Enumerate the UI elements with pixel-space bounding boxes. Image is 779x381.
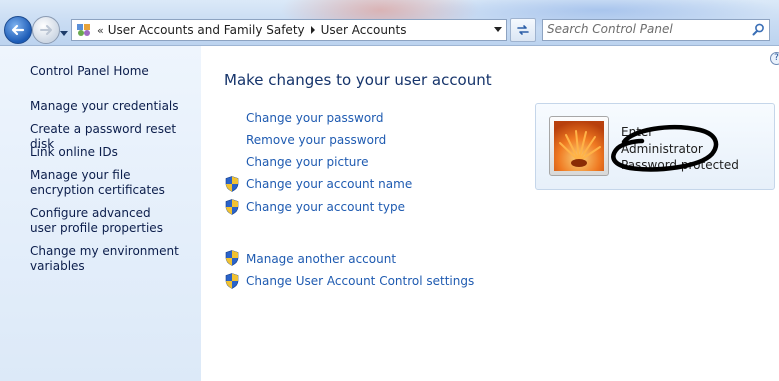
manage-credentials-link[interactable]: Manage your credentials	[30, 99, 198, 114]
forward-arrow-icon	[40, 25, 52, 35]
refresh-icon	[517, 25, 529, 35]
control-panel-icon	[77, 24, 90, 36]
back-button[interactable]	[4, 16, 32, 44]
address-dropdown-icon[interactable]	[494, 27, 502, 32]
remove-password-link[interactable]: Remove your password	[246, 133, 386, 147]
link-online-ids-link[interactable]: Link online IDs	[30, 145, 198, 160]
address-bar[interactable]: « User Accounts and Family Safety User A…	[71, 19, 507, 41]
back-arrow-icon	[11, 24, 25, 36]
uac-shield-icon	[225, 176, 239, 192]
account-status: Password protected	[621, 158, 739, 172]
breadcrumb-user-accounts-family-safety[interactable]: User Accounts and Family Safety	[108, 23, 305, 37]
chevron-down-icon	[60, 31, 68, 36]
change-password-link[interactable]: Change your password	[246, 111, 384, 125]
recent-pages-button[interactable]	[60, 26, 68, 36]
change-uac-settings-link[interactable]: Change User Account Control settings	[246, 274, 474, 288]
uac-shield-icon	[225, 250, 239, 266]
breadcrumb-separator-arrow[interactable]	[310, 26, 315, 34]
change-picture-link[interactable]: Change your picture	[246, 155, 368, 169]
uac-shield-icon	[225, 273, 239, 289]
change-account-type-link[interactable]: Change your account type	[246, 200, 405, 214]
forward-button[interactable]	[32, 16, 60, 44]
breadcrumb-user-accounts[interactable]: User Accounts	[321, 23, 407, 37]
change-environment-variables-link[interactable]: Change my environment variables	[30, 244, 180, 274]
avatar	[549, 116, 609, 176]
account-type: Administrator	[621, 142, 703, 156]
change-account-name-link[interactable]: Change your account name	[246, 177, 412, 191]
configure-advanced-user-profile-link[interactable]: Configure advanced user profile properti…	[30, 206, 180, 236]
page-title: Make changes to your user account	[224, 71, 492, 89]
refresh-button[interactable]	[510, 18, 536, 42]
manage-file-encryption-certificates-link[interactable]: Manage your file encryption certificates	[30, 168, 190, 198]
search-input[interactable]	[547, 21, 747, 37]
uac-shield-icon	[225, 199, 239, 215]
search-icon[interactable]	[752, 23, 765, 36]
overflow-marker[interactable]: «	[97, 24, 104, 37]
avatar-flower-picture	[554, 121, 604, 171]
help-button[interactable]: ?	[770, 52, 779, 65]
control-panel-home-link[interactable]: Control Panel Home	[30, 64, 198, 79]
account-name: Enter	[621, 125, 654, 139]
manage-another-account-link[interactable]: Manage another account	[246, 252, 396, 266]
search-box[interactable]	[542, 19, 770, 41]
